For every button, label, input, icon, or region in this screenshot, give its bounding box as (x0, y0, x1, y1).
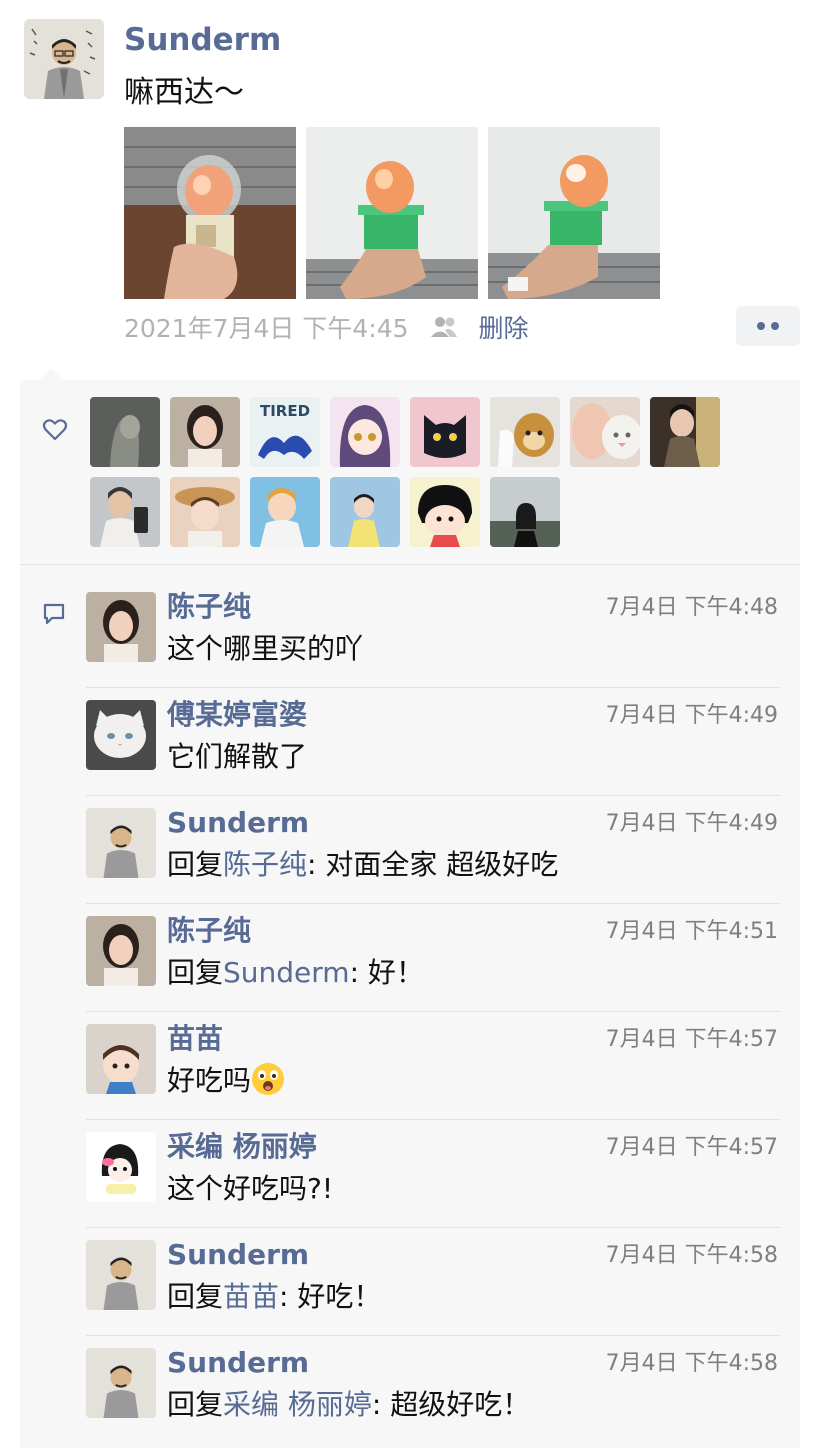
reply-prefix: 回复 (167, 1388, 224, 1421)
comment-text: 它们解散了 (167, 740, 308, 773)
reply-to-name[interactable]: 采编 杨丽婷 (223, 1388, 372, 1421)
commenter-avatar[interactable] (86, 916, 156, 986)
liker-avatar[interactable] (650, 397, 720, 467)
comment-text: 回复采编 杨丽婷: 超级好吃！ (167, 1386, 530, 1424)
more-dots-icon[interactable] (736, 306, 800, 346)
commenter-avatar[interactable] (86, 1024, 156, 1094)
comment-item[interactable]: 陈子纯 7月4日 下午4:51 回复Sunderm: 好！ (86, 904, 780, 1012)
liker-avatar[interactable] (90, 477, 160, 547)
reply-text: : 对面全家 超级好吃 (307, 848, 559, 881)
post-photo-2[interactable] (306, 127, 478, 299)
post-author-name[interactable]: Sunderm (124, 20, 281, 60)
comment-text: 这个好吃吗?! (167, 1172, 334, 1205)
comment-bubble-icon (42, 602, 66, 630)
reply-prefix: 回复 (167, 1280, 224, 1313)
commenter-avatar[interactable] (86, 1240, 156, 1310)
post-photo-1[interactable] (124, 127, 296, 299)
reply-to-name[interactable]: 苗苗 (223, 1280, 279, 1313)
commenter-name[interactable]: Sunderm (167, 1236, 309, 1274)
commenter-name[interactable]: 陈子纯 (167, 912, 251, 950)
reply-to-name[interactable]: Sunderm (223, 956, 350, 989)
liker-avatar[interactable] (330, 397, 400, 467)
comment-list: 陈子纯 7月4日 下午4:48 这个哪里买的吖 傅某婷富婆 7月4日 下午4:4… (86, 580, 780, 1444)
comment-time: 7月4日 下午4:58 (605, 1243, 778, 1268)
comment-item[interactable]: Sunderm 7月4日 下午4:49 回复陈子纯: 对面全家 超级好吃 (86, 796, 780, 904)
commenter-avatar[interactable] (86, 808, 156, 878)
comment-item[interactable]: Sunderm 7月4日 下午4:58 回复采编 杨丽婷: 超级好吃！ (86, 1336, 780, 1444)
commenter-name[interactable]: Sunderm (167, 804, 309, 842)
heart-outline-icon (42, 418, 68, 446)
liker-avatar[interactable] (90, 397, 160, 467)
reply-to-name[interactable]: 陈子纯 (223, 848, 307, 881)
reply-prefix: 回复 (167, 956, 224, 989)
post-timestamp: 2021年7月4日 下午4:45 (124, 314, 409, 343)
comment-time: 7月4日 下午4:49 (605, 703, 778, 728)
reply-text: : 好！ (349, 956, 424, 989)
comment-item[interactable]: 苗苗 7月4日 下午4:57 好吃吗 (86, 1012, 780, 1120)
interaction-panel: TIRED 陈子纯 7月4日 下午4:48 这个哪里买的吖 傅某婷富婆 7月4日… (20, 380, 800, 1448)
reply-text: : 超级好吃！ (371, 1388, 531, 1421)
people-icon[interactable] (429, 315, 459, 339)
liker-avatar[interactable] (490, 477, 560, 547)
comment-text-content: 好吃吗 (167, 1064, 252, 1097)
comment-item[interactable]: 陈子纯 7月4日 下午4:48 这个哪里买的吖 (86, 580, 780, 688)
likers-grid: TIRED (90, 397, 740, 547)
panel-divider (20, 564, 800, 565)
liker-avatar[interactable] (330, 477, 400, 547)
comment-time: 7月4日 下午4:49 (605, 811, 778, 836)
liker-avatar[interactable] (250, 477, 320, 547)
commenter-name[interactable]: Sunderm (167, 1344, 309, 1382)
comment-time: 7月4日 下午4:51 (605, 919, 778, 944)
post-photo-3[interactable] (488, 127, 660, 299)
comment-text: 回复陈子纯: 对面全家 超级好吃 (167, 846, 558, 884)
comment-time: 7月4日 下午4:48 (605, 595, 778, 620)
reply-prefix: 回复 (167, 848, 224, 881)
author-avatar[interactable] (24, 19, 104, 99)
liker-avatar[interactable]: TIRED (250, 397, 320, 467)
liker-avatar[interactable] (410, 477, 480, 547)
commenter-avatar[interactable] (86, 1348, 156, 1418)
delete-link[interactable]: 删除 (479, 309, 529, 345)
commenter-avatar[interactable] (86, 1132, 156, 1202)
commenter-name[interactable]: 陈子纯 (167, 588, 251, 626)
liker-avatar[interactable] (170, 397, 240, 467)
comment-text: 回复苗苗: 好吃！ (167, 1278, 381, 1316)
comment-time: 7月4日 下午4:57 (605, 1027, 778, 1052)
post-text: 嘛西达～ (124, 75, 244, 110)
commenter-name[interactable]: 傅某婷富婆 (167, 696, 307, 734)
comment-text: 好吃吗 (167, 1062, 285, 1100)
liker-avatar[interactable] (170, 477, 240, 547)
comment-item[interactable]: 采编 杨丽婷 7月4日 下午4:57 这个好吃吗?! (86, 1120, 780, 1228)
tired-logo-text: TIRED (260, 402, 310, 420)
liker-avatar[interactable] (570, 397, 640, 467)
comment-time: 7月4日 下午4:57 (605, 1135, 778, 1160)
comment-text: 回复Sunderm: 好！ (167, 954, 424, 992)
comment-item[interactable]: Sunderm 7月4日 下午4:58 回复苗苗: 好吃！ (86, 1228, 780, 1336)
commenter-name[interactable]: 苗苗 (167, 1020, 223, 1058)
commenter-avatar[interactable] (86, 592, 156, 662)
liker-avatar[interactable] (490, 397, 560, 467)
commenter-name[interactable]: 采编 杨丽婷 (167, 1128, 317, 1166)
reply-text: : 好吃！ (279, 1280, 382, 1313)
liker-avatar[interactable] (410, 397, 480, 467)
comment-text: 这个哪里买的吖 (167, 632, 364, 665)
comment-time: 7月4日 下午4:58 (605, 1351, 778, 1376)
comment-item[interactable]: 傅某婷富婆 7月4日 下午4:49 它们解散了 (86, 688, 780, 796)
commenter-avatar[interactable] (86, 700, 156, 770)
astonished-face-emoji (251, 1062, 285, 1096)
